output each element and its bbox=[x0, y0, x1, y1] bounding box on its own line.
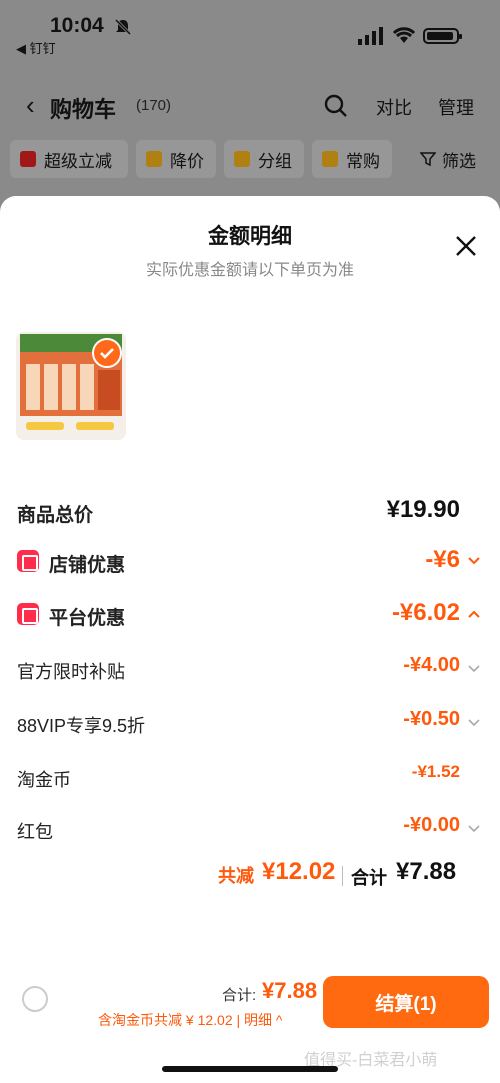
row-value: -¥6.02 bbox=[391, 599, 460, 626]
row-label: 商品总价 bbox=[17, 505, 94, 526]
close-icon[interactable] bbox=[454, 234, 478, 258]
platform-icon bbox=[17, 603, 39, 625]
amount-summary: 共减 ¥12.02 合计 ¥7.88 bbox=[0, 858, 500, 896]
price-drop-icon bbox=[146, 151, 162, 167]
bar-total-amount: ¥7.88 bbox=[262, 978, 318, 1003]
row-official-subsidy[interactable]: 官方限时补贴 -¥4.00 bbox=[0, 650, 500, 690]
filter-chip-frequent[interactable]: 常购 bbox=[312, 140, 392, 178]
filter-chip-filter[interactable]: 筛选 bbox=[410, 140, 496, 178]
chevron-up-icon[interactable] bbox=[467, 607, 481, 621]
cart-count: (170) bbox=[136, 97, 172, 114]
funnel-icon bbox=[420, 152, 436, 167]
row-value: -¥1.52 bbox=[411, 762, 460, 781]
checkout-bar: 合计: ¥7.88 含淘金币共减 ¥ 12.02 | 明细 ^ 结算(1) bbox=[0, 972, 500, 1042]
row-label: 平台优惠 bbox=[49, 608, 126, 629]
bag-icon bbox=[322, 151, 338, 167]
search-icon[interactable] bbox=[324, 94, 348, 118]
checkout-button[interactable]: 结算(1) bbox=[323, 976, 489, 1028]
select-all-checkbox[interactable] bbox=[22, 986, 48, 1012]
chevron-down-icon[interactable] bbox=[467, 662, 481, 676]
page-title: 购物车 bbox=[50, 97, 117, 122]
row-label: 店铺优惠 bbox=[49, 555, 126, 576]
row-value: -¥4.00 bbox=[403, 654, 460, 676]
filter-chip-price-drop[interactable]: 降价 bbox=[136, 140, 216, 178]
row-red-packet[interactable]: 红包 -¥0.00 bbox=[0, 810, 500, 850]
row-label: 红包 bbox=[17, 822, 53, 842]
bar-total-label: 合计: bbox=[222, 987, 257, 1004]
back-to-app-link[interactable]: ◀ 钉钉 bbox=[16, 38, 56, 57]
total-amount: ¥7.88 bbox=[396, 858, 457, 885]
folder-icon bbox=[234, 151, 250, 167]
sheet-title: 金额明细 bbox=[208, 225, 292, 248]
saved-label: 共减 bbox=[218, 866, 254, 886]
filter-label: 分组 bbox=[258, 151, 292, 171]
divider bbox=[342, 866, 343, 886]
wifi-icon bbox=[392, 27, 416, 43]
filter-label: 降价 bbox=[170, 151, 204, 171]
row-value: ¥19.90 bbox=[386, 496, 460, 523]
row-label: 官方限时补贴 bbox=[17, 662, 125, 682]
filter-label: 筛选 bbox=[442, 151, 476, 171]
row-taojinbi: 淘金币 -¥1.52 bbox=[0, 758, 500, 798]
back-chevron-icon[interactable]: ‹ bbox=[26, 90, 35, 121]
sheet-subtitle: 实际优惠金额请以下单页为准 bbox=[145, 262, 354, 279]
total-label: 合计 bbox=[351, 868, 387, 888]
signal-icon bbox=[358, 27, 383, 45]
chevron-down-icon[interactable] bbox=[467, 554, 481, 568]
store-icon bbox=[17, 550, 39, 572]
bell-muted-icon bbox=[114, 18, 132, 36]
cart-header: ‹ 购物车 (170) 对比 管理 bbox=[0, 84, 500, 128]
row-store-discount[interactable]: 店铺优惠 -¥6 bbox=[0, 542, 500, 582]
down-arrow-icon bbox=[20, 151, 36, 167]
filter-chip-super-discount[interactable]: 超级立减 bbox=[10, 140, 128, 178]
row-label: 淘金币 bbox=[17, 770, 71, 790]
row-value: -¥0.00 bbox=[403, 814, 460, 836]
home-indicator[interactable] bbox=[162, 1066, 338, 1072]
status-time: 10:04 bbox=[50, 14, 104, 37]
row-value: -¥0.50 bbox=[403, 708, 460, 730]
manage-link[interactable]: 管理 bbox=[438, 94, 474, 120]
status-bar: 10:04 ◀ 钉钉 bbox=[0, 0, 500, 60]
compare-link[interactable]: 对比 bbox=[376, 94, 412, 120]
filter-chip-group[interactable]: 分组 bbox=[224, 140, 304, 178]
battery-icon bbox=[423, 28, 462, 44]
filter-label: 超级立减 bbox=[44, 151, 112, 171]
selected-check-icon[interactable] bbox=[92, 338, 122, 368]
detail-toggle-link[interactable]: 含淘金币共减 ¥ 12.02 | 明细 ^ bbox=[98, 1010, 282, 1030]
chevron-down-icon[interactable] bbox=[467, 822, 481, 836]
row-88vip[interactable]: 88VIP专享9.5折 -¥0.50 bbox=[0, 704, 500, 744]
saved-amount: ¥12.02 bbox=[262, 858, 336, 885]
row-platform-discount[interactable]: 平台优惠 -¥6.02 bbox=[0, 595, 500, 635]
filter-label: 常购 bbox=[346, 151, 380, 171]
filter-row: 超级立减 降价 分组 常购 筛选 bbox=[0, 140, 500, 180]
row-goods-total: 商品总价 ¥19.90 bbox=[0, 492, 500, 532]
chevron-down-icon[interactable] bbox=[467, 716, 481, 730]
row-label: 88VIP专享9.5折 bbox=[17, 716, 146, 736]
amount-detail-sheet: 金额明细 实际优惠金额请以下单页为准 商品总价 ¥19.90 店铺优惠 -¥6 bbox=[0, 196, 500, 1083]
row-value: -¥6 bbox=[425, 546, 460, 573]
